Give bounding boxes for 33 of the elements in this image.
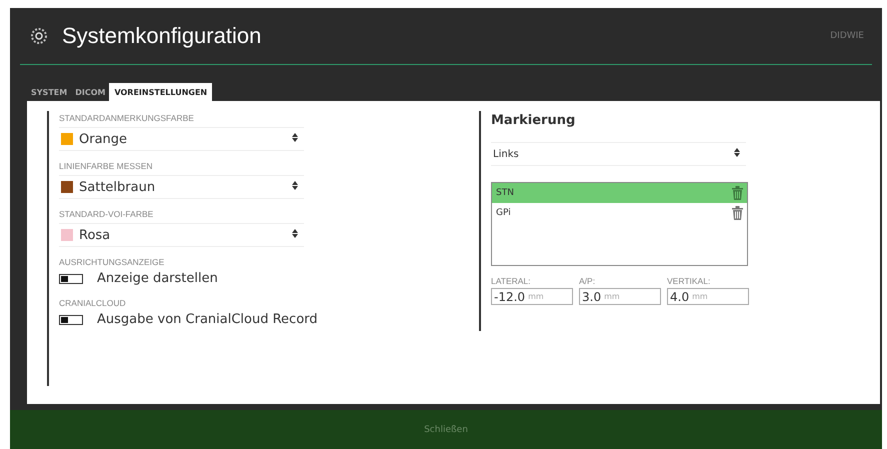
tab[interactable]: SYSTEM bbox=[27, 84, 72, 101]
updown-icon bbox=[292, 181, 298, 190]
updown-icon bbox=[734, 148, 740, 157]
field-label: AUSRICHTUNGSANZEIGE bbox=[59, 257, 166, 267]
target-item[interactable]: GPi bbox=[492, 203, 747, 223]
coordinate-label: A/P: bbox=[579, 276, 596, 286]
toggle-switch[interactable] bbox=[59, 274, 83, 284]
settings-icon[interactable] bbox=[30, 27, 48, 45]
toggle-label: Anzeige darstellen bbox=[97, 271, 218, 286]
coordinate-field[interactable]: 4.0 mm bbox=[667, 288, 749, 305]
color-select[interactable]: Sattelbraun bbox=[59, 175, 304, 199]
coordinate-field[interactable]: -12.0 mm bbox=[491, 288, 573, 305]
updown-icon bbox=[292, 133, 298, 142]
color-select[interactable]: Orange bbox=[59, 127, 304, 151]
side-select[interactable]: Links bbox=[491, 142, 746, 166]
field-label: STANDARDANMERKUNGSFARBE bbox=[59, 113, 195, 123]
toggle-switch[interactable] bbox=[59, 314, 83, 324]
tab[interactable]: VOREINSTELLUNGEN bbox=[109, 83, 212, 101]
coordinate-field[interactable]: 3.0 mm bbox=[579, 288, 661, 305]
color-select[interactable]: Rosa bbox=[59, 223, 304, 247]
coordinate-label: VERTIKAL: bbox=[667, 276, 712, 286]
tab[interactable]: DICOM bbox=[71, 84, 110, 101]
trash-icon[interactable] bbox=[732, 186, 743, 200]
window-title: Systemkonfiguration bbox=[62, 23, 262, 49]
field-label: CRANIALCLOUD bbox=[59, 298, 127, 308]
target-item[interactable]: STN bbox=[492, 183, 747, 203]
coordinate-label: LATERAL: bbox=[491, 276, 532, 286]
field-label: STANDARD-VOI-FARBE bbox=[59, 209, 154, 219]
trash-icon[interactable] bbox=[732, 206, 743, 220]
toggle-label: Ausgabe von CranialCloud Record bbox=[97, 312, 318, 327]
section-title: Markierung bbox=[491, 113, 576, 128]
field-label: LINIENFARBE MESSEN bbox=[59, 161, 154, 171]
updown-icon bbox=[292, 229, 298, 238]
